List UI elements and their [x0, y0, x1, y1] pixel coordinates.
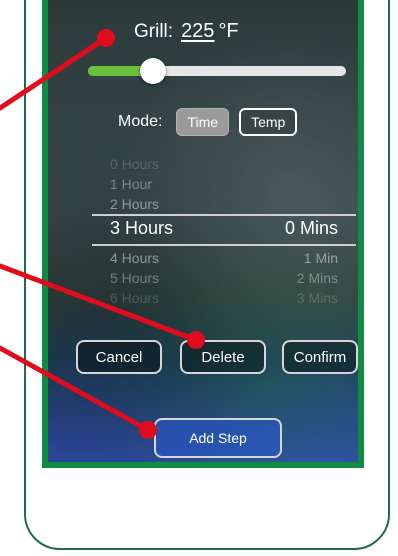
picker-hours-option[interactable]: 4 Hours [110, 250, 224, 266]
action-buttons: Cancel Delete Confirm [76, 340, 358, 376]
grill-label: Grill: [134, 21, 174, 42]
picker-selected-row: 3 Hours 0 Mins [92, 218, 356, 239]
confirm-button[interactable]: Confirm [282, 340, 358, 374]
picker-row: 6 Hours 3 Mins [92, 290, 356, 306]
picker-minutes-selected[interactable]: 0 Mins [224, 218, 338, 239]
picker-row: 1 Hour [92, 176, 356, 192]
grill-temperature-row: Grill: 225 °F [134, 20, 239, 46]
picker-row: 0 Hours [92, 156, 356, 172]
temperature-slider[interactable] [88, 58, 346, 84]
mode-time-label: Time [187, 114, 219, 130]
picker-minutes-option[interactable] [224, 196, 338, 212]
picker-minutes-option[interactable]: 3 Mins [224, 290, 338, 306]
picker-hours-option[interactable]: 5 Hours [110, 270, 224, 286]
mode-temp-label: Temp [251, 114, 286, 130]
mode-selector: Mode: Time Temp [118, 108, 298, 136]
add-step-label: Add Step [189, 430, 247, 446]
picker-hours-selected[interactable]: 3 Hours [110, 218, 224, 239]
picker-hours-option[interactable]: 2 Hours [110, 196, 224, 212]
slider-knob[interactable] [139, 58, 166, 84]
temperature-unit: °F [218, 20, 239, 42]
mode-temp-button[interactable]: Temp [239, 108, 298, 136]
app-screen-content: Grill: 225 °F Mode: Time Temp 0 Hours 1 … [48, 0, 358, 462]
picker-row: 4 Hours 1 Min [92, 250, 356, 266]
mode-time-button[interactable]: Time [176, 108, 230, 136]
app-screen: Grill: 225 °F Mode: Time Temp 0 Hours 1 … [42, 0, 364, 468]
picker-hours-option[interactable]: 6 Hours [110, 290, 224, 306]
grill-temperature-value[interactable]: 225 [181, 20, 214, 43]
picker-minutes-option[interactable]: 1 Min [224, 250, 338, 266]
cancel-button-label: Cancel [95, 348, 143, 366]
cancel-button[interactable]: Cancel [76, 340, 162, 374]
confirm-button-label: Confirm [293, 348, 347, 366]
picker-row: 2 Hours [92, 196, 356, 212]
picker-minutes-option[interactable] [224, 156, 338, 172]
picker-minutes-option[interactable] [224, 176, 338, 192]
mode-label: Mode: [118, 113, 163, 130]
delete-button-label: Delete [201, 348, 245, 366]
delete-button[interactable]: Delete [180, 340, 266, 374]
picker-row: 5 Hours 2 Mins [92, 270, 356, 286]
picker-minutes-option[interactable]: 2 Mins [224, 270, 338, 286]
picker-hours-option[interactable]: 0 Hours [110, 156, 224, 172]
picker-selection-top-line [92, 214, 356, 216]
picker-hours-option[interactable]: 1 Hour [110, 176, 224, 192]
add-step-button[interactable]: Add Step [154, 418, 282, 458]
picker-selection-bottom-line [92, 244, 356, 246]
duration-picker[interactable]: 0 Hours 1 Hour 2 Hours 3 Hours 0 Mins 4 … [92, 156, 356, 306]
